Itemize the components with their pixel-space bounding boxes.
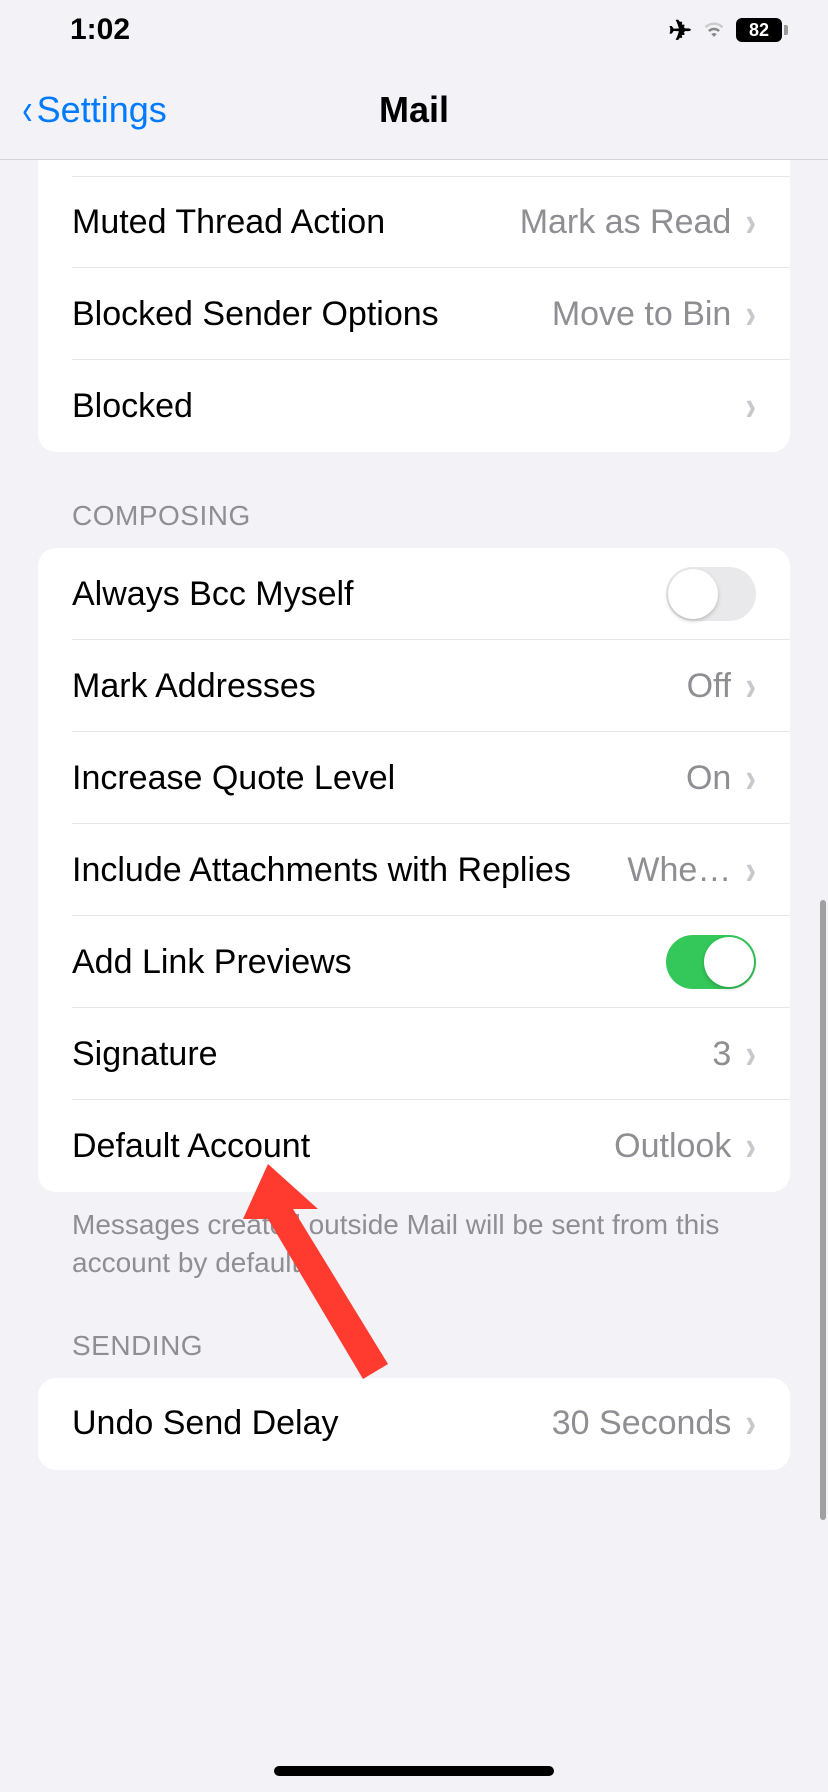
back-label: Settings: [37, 89, 167, 131]
scroll-indicator[interactable]: [820, 900, 826, 1520]
battery-indicator: 82: [736, 18, 788, 42]
status-bar: 1:02 ✈ 82: [0, 0, 828, 60]
home-indicator[interactable]: [274, 1766, 554, 1776]
wifi-icon: [700, 12, 728, 48]
signature-row[interactable]: Signature 3 ›: [38, 1008, 790, 1100]
row-label: Undo Send Delay: [72, 1404, 552, 1443]
mark-addresses-row[interactable]: Mark Addresses Off ›: [38, 640, 790, 732]
row-value: 3: [712, 1035, 731, 1074]
chevron-right-icon: ›: [745, 198, 756, 246]
row-label: Include Attachments with Replies: [72, 851, 627, 890]
chevron-right-icon: ›: [745, 382, 756, 430]
nav-title: Mail: [379, 89, 449, 131]
always-bcc-myself-toggle[interactable]: [666, 567, 756, 621]
airplane-mode-icon: ✈: [669, 14, 692, 47]
composing-footer: Messages created outside Mail will be se…: [0, 1192, 828, 1282]
include-attachments-row[interactable]: Include Attachments with Replies Whe… ›: [38, 824, 790, 916]
row-label: Always Bcc Myself: [72, 575, 666, 614]
status-time: 1:02: [70, 13, 130, 47]
row-value: Mark as Read: [520, 203, 732, 242]
battery-level: 82: [736, 18, 782, 42]
composing-section: Always Bcc Myself Mark Addresses Off › I…: [38, 548, 790, 1192]
add-link-previews-toggle[interactable]: [666, 935, 756, 989]
battery-tip: [784, 25, 788, 35]
always-bcc-myself-row: Always Bcc Myself: [38, 548, 790, 640]
row-value: Off: [687, 667, 732, 706]
blocked-sender-options-row[interactable]: Blocked Sender Options Move to Bin ›: [38, 268, 790, 360]
back-chevron-icon: ‹: [22, 85, 32, 135]
toggle-knob: [704, 937, 754, 987]
row-value: On: [686, 759, 731, 798]
sending-section: Undo Send Delay 30 Seconds ›: [38, 1378, 790, 1470]
row-label: Muted Thread Action: [72, 203, 520, 242]
row-label: Increase Quote Level: [72, 759, 686, 798]
status-right: ✈ 82: [669, 12, 788, 48]
content: Muted Thread Action Mark as Read › Block…: [0, 160, 828, 1470]
row-value: Move to Bin: [552, 295, 732, 334]
back-button[interactable]: ‹ Settings: [0, 85, 167, 135]
chevron-right-icon: ›: [745, 662, 756, 710]
chevron-right-icon: ›: [745, 290, 756, 338]
row-value: 30 Seconds: [552, 1404, 732, 1443]
threading-section: Muted Thread Action Mark as Read › Block…: [38, 160, 790, 452]
chevron-right-icon: ›: [745, 1400, 756, 1448]
toggle-knob: [668, 569, 718, 619]
row-label: Blocked: [72, 387, 745, 426]
chevron-right-icon: ›: [745, 754, 756, 802]
composing-header: Composing: [0, 452, 828, 548]
undo-send-delay-row[interactable]: Undo Send Delay 30 Seconds ›: [38, 1378, 790, 1470]
nav-bar: ‹ Settings Mail: [0, 60, 828, 160]
add-link-previews-row: Add Link Previews: [38, 916, 790, 1008]
sending-header: Sending: [0, 1282, 828, 1378]
row-label: Default Account: [72, 1127, 614, 1166]
row-label: Blocked Sender Options: [72, 295, 552, 334]
row-label: Mark Addresses: [72, 667, 687, 706]
chevron-right-icon: ›: [745, 1030, 756, 1078]
chevron-right-icon: ›: [745, 1122, 756, 1170]
row-label: Add Link Previews: [72, 943, 666, 982]
muted-thread-action-row[interactable]: Muted Thread Action Mark as Read ›: [38, 176, 790, 268]
increase-quote-level-row[interactable]: Increase Quote Level On ›: [38, 732, 790, 824]
chevron-right-icon: ›: [745, 846, 756, 894]
row-value: Whe…: [627, 851, 731, 890]
row-value: Outlook: [614, 1127, 731, 1166]
row-label: Signature: [72, 1035, 712, 1074]
blocked-row[interactable]: Blocked ›: [38, 360, 790, 452]
default-account-row[interactable]: Default Account Outlook ›: [38, 1100, 790, 1192]
